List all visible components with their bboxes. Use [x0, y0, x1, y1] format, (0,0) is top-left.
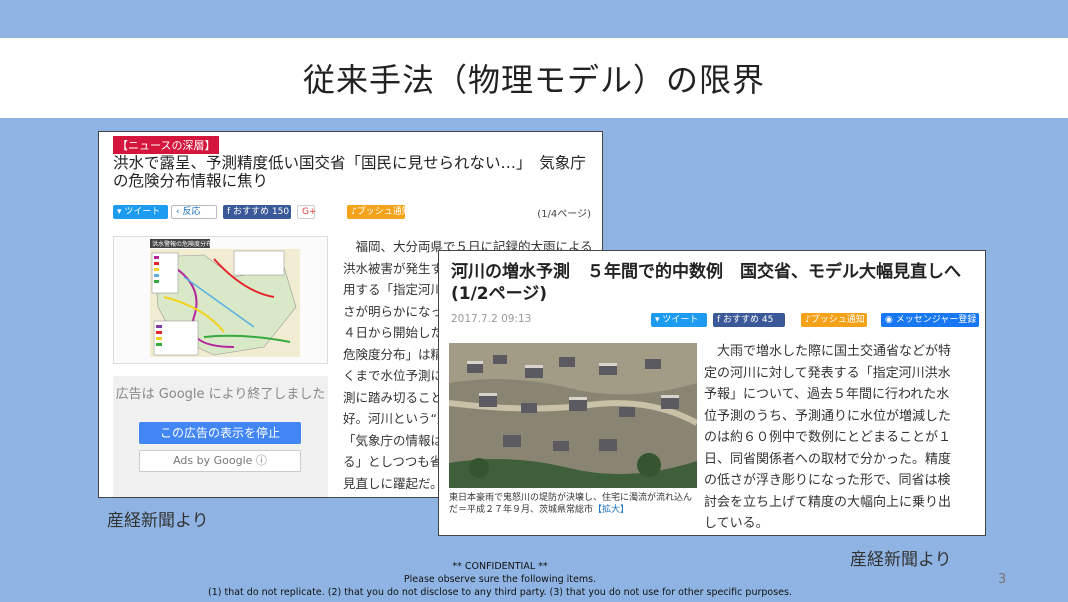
facebook-recommend-button[interactable]: f おすすめ 150 — [223, 205, 291, 219]
ads-by-google-button[interactable]: Ads by Google ⓘ — [139, 450, 301, 472]
title-band: 従来手法（物理モデル）の限界 — [0, 38, 1068, 118]
messenger-icon: ◉ — [885, 315, 896, 325]
article2-screenshot: 河川の増水予測 ５年間で的中数例 国交省、モデル大幅見直しへ (1/2ページ) … — [438, 250, 986, 536]
body-line: 日、同省関係者への取材で分かった。精度 — [704, 451, 952, 467]
body-line: 討会を立ち上げて精度の大幅向上に乗り出 — [704, 494, 952, 510]
body-line: している。 — [704, 516, 769, 531]
confidential-line-3: (1) that do not replicate. (2) that you … — [208, 587, 792, 598]
map-title: 洪水警報の危険度分布 — [152, 240, 212, 248]
enlarge-link[interactable]: 【拡大】 — [593, 505, 629, 515]
confidential-line-2: Please observe sure the following items. — [403, 574, 597, 585]
flood-photo — [449, 343, 697, 488]
page-indicator: (1/4ページ) — [537, 209, 591, 220]
confidential-line-1: ** CONFIDENTIAL ** — [452, 561, 548, 572]
stop-ad-button[interactable]: この広告の表示を停止 — [139, 422, 301, 444]
article2-share-row: ▾ ツイート f おすすめ 45 ♪プッシュ通知 ◉ メッセンジャー登録 — [651, 313, 979, 329]
page-number: 3 — [998, 572, 1007, 587]
body-line: 位予測のうち、予測通りに水位が増減した — [704, 408, 952, 424]
push-notify-button[interactable]: ♪プッシュ通知 — [347, 205, 411, 219]
tweet-button[interactable]: ▾ ツイート — [651, 313, 707, 327]
confidential-notice: ** CONFIDENTIAL ** Please observe sure t… — [0, 560, 1000, 599]
body-line: 定の河川に対して発表する「指定河川洪水 — [704, 365, 951, 381]
photo-graphic — [449, 343, 697, 488]
source-label-1: 産経新聞より — [107, 511, 209, 531]
ad-closed-message: 広告は Google により終了しました — [115, 387, 326, 402]
article2-date: 2017.7.2 09:13 — [451, 313, 532, 325]
photo-caption: 東日本豪雨で鬼怒川の堤防が決壊し、住宅に濁流が流れ込んだ＝平成２７年９月、茨城県… — [449, 493, 693, 515]
map-graphic: 洪水警報の危険度分布 — [114, 237, 327, 363]
facebook-recommend-button[interactable]: f おすすめ 45 — [713, 313, 785, 327]
react-button[interactable]: ‹ 反応 — [171, 205, 217, 219]
article1-headline: 洪水で露呈、予測精度低い国交省「国民に見せられない…」 気象庁の危険分布情報に焦… — [113, 154, 586, 190]
messenger-subscribe-button[interactable]: ◉ メッセンジャー登録 — [881, 313, 979, 327]
article2-headline: 河川の増水予測 ５年間で的中数例 国交省、モデル大幅見直しへ (1/2ページ) — [451, 262, 961, 304]
flood-risk-map: 洪水警報の危険度分布 — [113, 236, 328, 364]
news-tag: 【ニュースの深層】 — [113, 136, 220, 154]
body-line: のは約６０例中で数例にとどまることが１ — [704, 430, 952, 445]
body-line: 予報」について、過去５年間に行われた水 — [704, 387, 950, 402]
article1-share-row: ▾ ツイート ‹ 反応 f おすすめ 150 G+ ♪プッシュ通知 (1/4ペー… — [113, 205, 591, 221]
body-line: の低さが浮き彫りになった形で、同省は検 — [704, 473, 951, 488]
article2-body: 大雨で増水した際に国土交通省などが特 定の河川に対して発表する「指定河川洪水 予… — [704, 341, 979, 535]
push-notify-button[interactable]: ♪プッシュ通知 — [801, 313, 867, 327]
slide-title: 従来手法（物理モデル）の限界 — [302, 61, 765, 99]
ad-panel: 広告は Google により終了しました この広告の表示を停止 Ads by G… — [113, 376, 328, 497]
gplus-button[interactable]: G+ — [297, 205, 317, 219]
tweet-button[interactable]: ▾ ツイート — [113, 205, 168, 219]
body-line: 大雨で増水した際に国土交通省などが特 — [704, 344, 952, 359]
